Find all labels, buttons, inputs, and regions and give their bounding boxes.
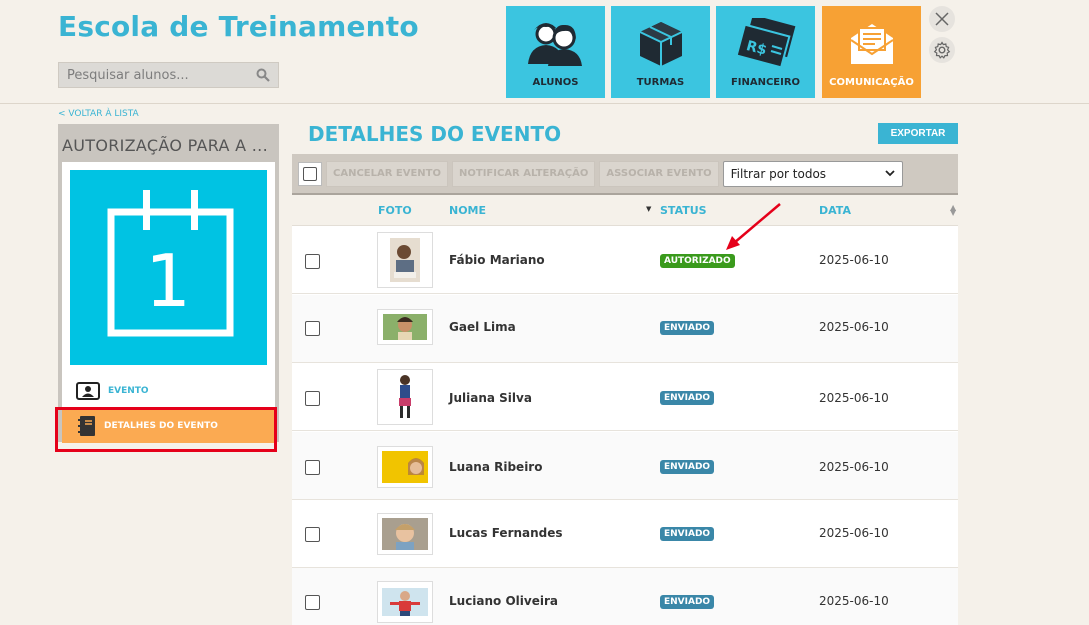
row-checkbox[interactable] [305, 595, 320, 610]
sidebar: AUTORIZAÇÃO PARA A ... 1 EVENTO DETALHES… [58, 124, 279, 443]
contact-card-icon [76, 382, 100, 400]
student-name: Gael Lima [449, 320, 516, 334]
annotation-arrow [726, 203, 781, 250]
event-date: 2025-06-10 [819, 526, 889, 540]
page-title: DETALHES DO EVENTO [308, 122, 562, 146]
student-name: Luana Ribeiro [449, 460, 543, 474]
column-date[interactable]: DATA [819, 204, 851, 217]
nav-alunos[interactable]: ALUNOS [506, 6, 605, 98]
status-badge: AUTORIZADO [660, 254, 735, 268]
table-header: FOTO NOME ▼ STATUS DATA ▲ ▼ [292, 193, 958, 226]
sidebar-item-evento-label: EVENTO [108, 386, 149, 396]
table-row[interactable]: Juliana Silva ENVIADO 2025-06-10 [292, 363, 958, 431]
nav-alunos-label: ALUNOS [532, 77, 579, 88]
status-badge: ENVIADO [660, 391, 715, 405]
students-table: FOTO NOME ▼ STATUS DATA ▲ ▼ Fábio Mariano… [292, 193, 958, 625]
cancel-event-button[interactable]: CANCELAR EVENTO [326, 160, 449, 187]
students-icon [527, 23, 582, 66]
sort-desc-icon[interactable]: ▼ [646, 206, 651, 213]
associate-event-button[interactable]: ASSOCIAR EVENTO [599, 160, 719, 187]
box-icon [639, 22, 682, 66]
event-date: 2025-06-10 [819, 594, 889, 608]
nav-comunicacao[interactable]: COMUNICAÇÃO [822, 6, 921, 98]
nav-comunicacao-label: COMUNICAÇÃO [829, 77, 914, 88]
nav-turmas-label: TURMAS [636, 77, 685, 88]
student-photo [377, 446, 433, 488]
column-status[interactable]: STATUS [660, 204, 707, 217]
student-name: Luciano Oliveira [449, 594, 558, 608]
status-badge: ENVIADO [660, 460, 715, 474]
row-checkbox[interactable] [305, 321, 320, 336]
row-checkbox[interactable] [305, 391, 320, 406]
event-date: 2025-06-10 [819, 391, 889, 405]
filter-select[interactable]: Filtrar por todos [722, 160, 903, 187]
event-image: 1 [70, 170, 267, 365]
table-row[interactable]: Fábio Mariano AUTORIZADO 2025-06-10 [292, 226, 958, 294]
status-badge: ENVIADO [660, 527, 715, 541]
column-name[interactable]: NOME [449, 204, 486, 217]
envelope-icon [849, 24, 894, 64]
student-name: Juliana Silva [449, 391, 532, 405]
search-input[interactable] [67, 67, 256, 83]
student-photo [377, 309, 433, 345]
calendar-day: 1 [145, 239, 191, 323]
row-checkbox[interactable] [305, 460, 320, 475]
table-row[interactable]: Gael Lima ENVIADO 2025-06-10 [292, 295, 958, 363]
student-photo [377, 581, 433, 623]
student-photo [377, 513, 433, 555]
money-icon: R$ [734, 18, 795, 68]
student-photo [377, 232, 433, 288]
back-to-list-link[interactable]: < VOLTAR À LISTA [58, 109, 139, 119]
highlight-box [55, 407, 277, 452]
settings-button[interactable] [929, 37, 955, 63]
search-box[interactable] [58, 62, 279, 88]
search-icon[interactable] [256, 68, 270, 82]
sidebar-item-evento[interactable]: EVENTO [76, 382, 149, 400]
table-row[interactable]: Lucas Fernandes ENVIADO 2025-06-10 [292, 500, 958, 568]
row-checkbox[interactable] [305, 254, 320, 269]
gear-icon [933, 41, 951, 59]
sort-icon[interactable]: ▲ ▼ [950, 204, 956, 217]
close-button[interactable] [929, 6, 955, 32]
event-card: 1 [62, 162, 275, 407]
sidebar-title: AUTORIZAÇÃO PARA A ... [62, 136, 268, 155]
select-all-checkbox[interactable] [298, 161, 322, 186]
student-name: Fábio Mariano [449, 253, 545, 267]
status-badge: ENVIADO [660, 321, 715, 335]
filter-select-value: Filtrar por todos [730, 166, 827, 181]
notify-change-button[interactable]: NOTIFICAR ALTERAÇÃO [452, 160, 596, 187]
table-row[interactable]: Luciano Oliveira ENVIADO 2025-06-10 [292, 568, 958, 625]
calendar-icon: 1 [107, 190, 234, 337]
column-photo: FOTO [378, 204, 412, 217]
close-icon [935, 12, 949, 26]
status-badge: ENVIADO [660, 595, 715, 609]
header-divider [0, 103, 1089, 104]
app-title: Escola de Treinamento [58, 10, 419, 43]
event-date: 2025-06-10 [819, 320, 889, 334]
nav-turmas[interactable]: TURMAS [611, 6, 710, 98]
table-row[interactable]: Luana Ribeiro ENVIADO 2025-06-10 [292, 432, 958, 500]
nav-financeiro-label: FINANCEIRO [730, 77, 801, 88]
event-date: 2025-06-10 [819, 460, 889, 474]
student-photo [377, 369, 433, 425]
student-name: Lucas Fernandes [449, 526, 563, 540]
event-date: 2025-06-10 [819, 253, 889, 267]
chevron-down-icon [885, 170, 895, 177]
nav-financeiro[interactable]: R$ FINANCEIRO [716, 6, 815, 98]
row-checkbox[interactable] [305, 527, 320, 542]
toolbar: CANCELAR EVENTO NOTIFICAR ALTERAÇÃO ASSO… [292, 154, 958, 193]
export-button[interactable]: EXPORTAR [878, 123, 958, 144]
